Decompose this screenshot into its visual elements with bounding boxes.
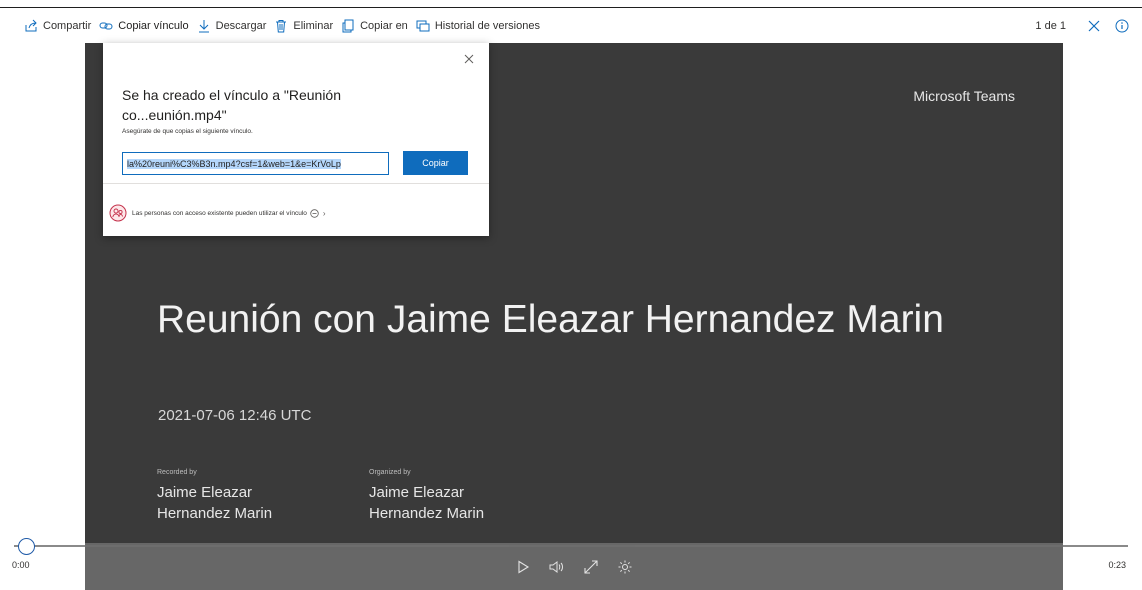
command-bar: Compartir Copiar vínculo Descargar Elimi… [0, 9, 1142, 43]
meeting-datetime: 2021-07-06 12:46 UTC [158, 407, 312, 424]
settings-button[interactable] [608, 551, 642, 583]
organizer-name: Jaime Eleazar Hernandez Marin [369, 484, 485, 522]
version-history-label: Historial de versiones [434, 20, 540, 32]
copy-to-label: Copiar en [360, 20, 408, 32]
share-icon [25, 19, 37, 32]
recorded-by-block: Recorded by Jaime Eleazar Hernandez Mari… [157, 469, 307, 524]
delete-button[interactable]: Eliminar [274, 9, 341, 43]
link-settings-row[interactable]: Las personas con acceso existente pueden… [109, 204, 326, 222]
link-created-dialog: Se ha creado el vínculo a "Reunión co...… [103, 43, 489, 236]
volume-button[interactable] [540, 551, 574, 583]
chevron-right-icon: › [322, 208, 326, 218]
copy-to-button[interactable]: Copiar en [341, 9, 416, 43]
dialog-title: Se ha creado el vínculo a "Reunión co...… [122, 87, 342, 123]
meeting-title: Reunión con Jaime Eleazar Hernandez Mari… [157, 298, 944, 341]
dialog-subtitle: Asegúrate de que copias el siguiente vín… [122, 128, 253, 135]
toolbar-right: 1 de 1 [1035, 9, 1142, 43]
close-icon [1088, 20, 1100, 32]
player-controls [85, 543, 1063, 590]
video-stage: Microsoft Teams Reunión con Jaime Eleaza… [0, 43, 1142, 590]
brand-label: Microsoft Teams [913, 88, 1015, 104]
info-button[interactable] [1108, 9, 1136, 43]
volume-icon [549, 560, 563, 573]
link-icon [99, 22, 113, 30]
copy-link-label: Copiar vínculo [118, 20, 189, 32]
play-icon [518, 560, 530, 573]
gear-icon [618, 560, 632, 573]
duration-time: 0:23 [1108, 560, 1126, 570]
copy-link-button[interactable]: Copiar vínculo [99, 9, 196, 43]
download-label: Descargar [215, 20, 267, 32]
expand-icon [584, 559, 598, 574]
share-label: Compartir [43, 20, 92, 32]
page-count: 1 de 1 [1035, 20, 1066, 32]
copy-button[interactable]: Copiar [403, 151, 468, 175]
download-button[interactable]: Descargar [197, 9, 275, 43]
close-icon [464, 54, 474, 64]
play-button[interactable] [506, 551, 540, 583]
recorded-by-label: Recorded by [157, 469, 197, 476]
fullscreen-button[interactable] [574, 551, 608, 583]
close-viewer-button[interactable] [1080, 9, 1108, 43]
dialog-close-button[interactable] [461, 51, 477, 67]
history-icon [416, 20, 430, 32]
version-history-button[interactable]: Historial de versiones [416, 9, 548, 43]
recorded-by-name: Jaime Eleazar Hernandez Marin [157, 484, 273, 522]
trash-icon [276, 20, 287, 33]
link-input[interactable] [122, 152, 389, 175]
top-border [0, 0, 1142, 8]
share-button[interactable]: Compartir [24, 9, 99, 43]
dialog-divider [103, 183, 489, 184]
access-text: Las personas con acceso existente pueden… [132, 209, 307, 217]
seek-handle[interactable] [18, 538, 35, 555]
organizer-block: Organized by Jaime Eleazar Hernandez Mar… [369, 469, 529, 524]
info-circle-icon [310, 208, 319, 218]
organizer-label: Organized by [369, 469, 411, 476]
info-icon [1115, 19, 1129, 33]
download-icon [198, 20, 209, 33]
people-icon [109, 204, 127, 222]
delete-label: Eliminar [293, 20, 334, 32]
current-time: 0:00 [12, 560, 30, 570]
copy-icon [342, 19, 354, 33]
